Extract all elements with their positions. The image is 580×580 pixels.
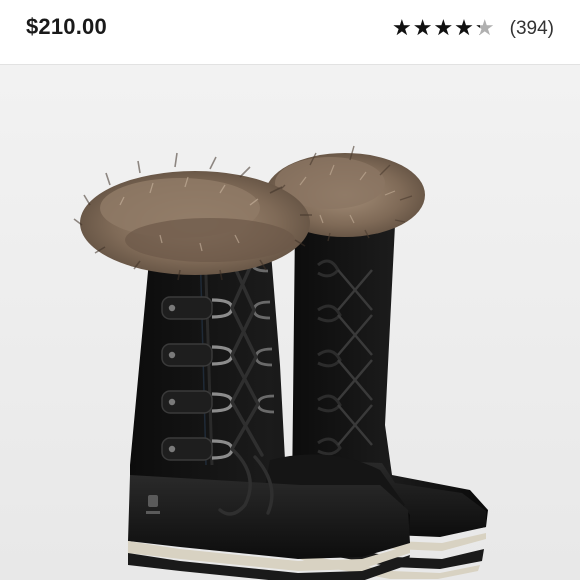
brand-logo-icon (146, 495, 160, 514)
listing-page: $210.00 ★★★★★ ★★★★★ (394) (0, 0, 580, 580)
star-rating-filled-icon: ★★★★★ (392, 16, 480, 41)
product-image[interactable] (0, 65, 580, 580)
rating-widget[interactable]: ★★★★★ ★★★★★ (394) (392, 16, 554, 42)
listing-header: $210.00 ★★★★★ ★★★★★ (394) (0, 0, 580, 65)
star-rating: ★★★★★ ★★★★★ (392, 16, 496, 42)
review-count[interactable]: (394) (510, 18, 554, 40)
boots-icon (0, 65, 580, 580)
price-label: $210.00 (26, 14, 107, 39)
